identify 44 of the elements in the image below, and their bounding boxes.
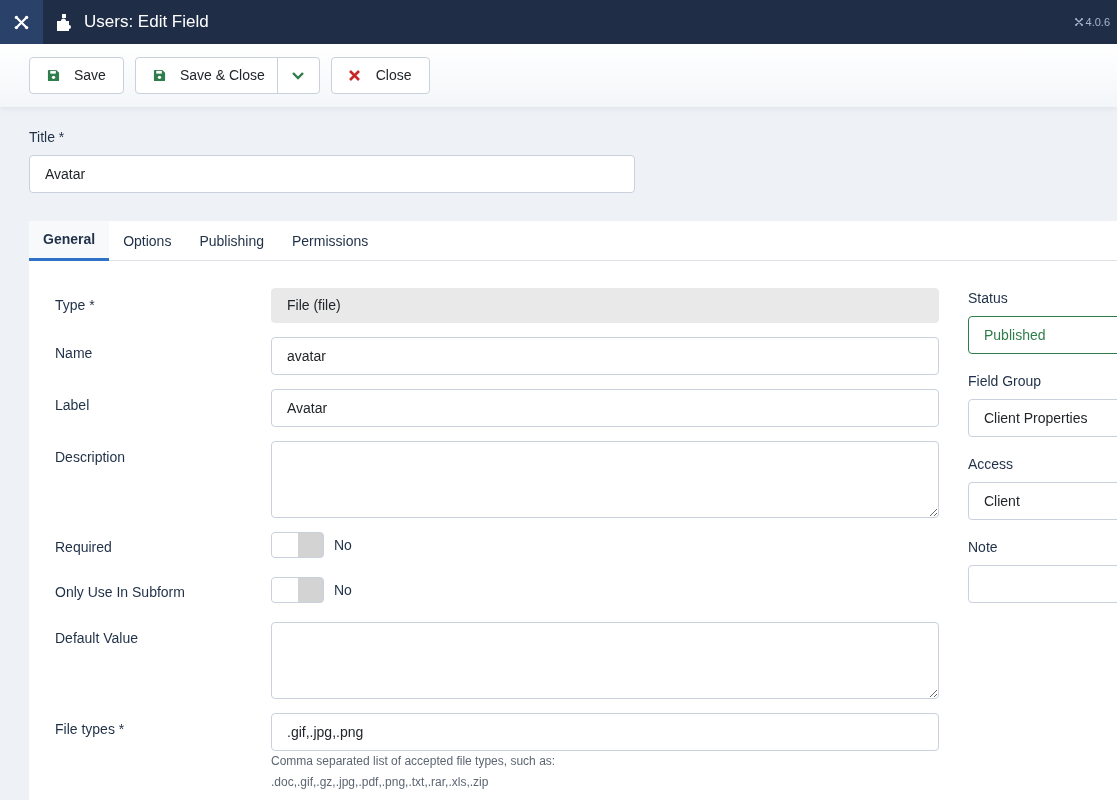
field-label: File types * [55,720,126,739]
logo-tile[interactable] [0,0,43,44]
page-title: Users: Edit Field [84,11,209,34]
field-label: Note [968,538,999,557]
text-field[interactable]: Avatar [271,389,939,427]
field-label: Only Use In Subform [55,583,186,602]
field-label: Field Group [968,372,1043,391]
toggle-switch[interactable] [271,532,324,558]
chevron-down-icon [292,71,305,80]
close-button[interactable]: Close [330,57,430,94]
help-text: .doc,.gif,.gz,.jpg,.pdf,.png,.txt,.rar,.xls,.zip [271,774,490,791]
toggle-switch[interactable] [271,577,324,603]
logo-icon [13,13,30,31]
field-label: Label [55,396,91,415]
save-close-button[interactable]: Save & Close [135,58,277,93]
field-label: Required [55,538,113,557]
readonly-field: File (file) [271,288,939,323]
text-field[interactable] [968,565,1117,603]
field-label: Description [55,448,127,467]
field-label: Type * [55,296,96,315]
field-label: Access [968,455,1015,474]
field-label: Title * [29,128,66,147]
tab[interactable]: Options [109,221,186,261]
text-field[interactable]: .gif,.jpg,.png [271,713,939,751]
field-label: Default Value [55,629,139,648]
version-text: 4.0.6 [1085,14,1110,30]
tab[interactable]: Publishing [185,221,278,261]
toggle-value: No [334,580,352,600]
toggle-value: No [334,535,352,555]
help-text: Comma separated list of accepted file types, such as: [271,753,557,770]
select-field[interactable]: Client [968,482,1117,520]
text-area[interactable] [271,622,939,699]
select-field[interactable]: Client Properties [968,399,1117,437]
logo-icon [1073,17,1084,27]
tab[interactable]: Permissions [278,221,383,261]
title-field[interactable]: Avatar [29,155,635,193]
text-field[interactable]: avatar [271,337,939,375]
field-label: Name [55,344,94,363]
field-label: Status [968,289,1009,308]
select-field[interactable]: Published [968,316,1117,354]
tab[interactable]: General [29,221,110,261]
save-button[interactable]: Save [29,57,124,94]
text-area[interactable] [271,441,939,518]
close-icon [348,70,360,81]
